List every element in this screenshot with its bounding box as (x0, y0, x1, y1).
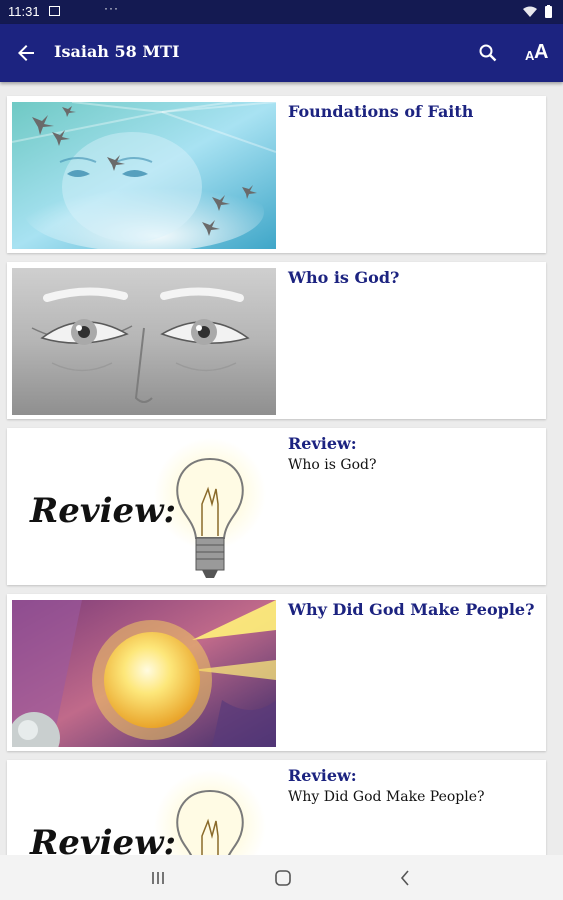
status-time: 11:31 (8, 4, 40, 19)
recent-apps-icon[interactable] (146, 867, 170, 889)
back-icon[interactable] (394, 867, 418, 889)
review-lightbulb-image: Review: (12, 766, 276, 855)
app-bar: Isaiah 58 MTI A A (0, 24, 563, 82)
search-icon[interactable] (476, 41, 500, 65)
lesson-card[interactable]: Why Did God Make People? (7, 594, 546, 751)
status-bar: 11:31 ··· (0, 0, 563, 24)
lesson-thumbnail (12, 268, 276, 415)
lesson-card[interactable]: Review: Review: Why Did God Make People? (7, 760, 546, 855)
text-size-icon[interactable]: A A (523, 38, 551, 66)
text-size-small-letter: A (525, 48, 535, 63)
lesson-card[interactable]: Review: Review: Who is God? (7, 428, 546, 585)
lesson-list[interactable]: Foundations of Faith Who is God? Review:… (0, 82, 563, 855)
eyes-drawing-image (12, 268, 276, 415)
more-dots-icon: ··· (104, 1, 119, 15)
lesson-title: Why Did God Make People? (288, 600, 535, 619)
lesson-card[interactable]: Foundations of Faith (7, 96, 546, 253)
photo-icon (49, 6, 60, 16)
back-arrow-icon[interactable] (14, 41, 38, 65)
system-navigation-bar (0, 855, 563, 900)
review-lightbulb-image: Review: (12, 434, 276, 581)
review-image-text: Review: (29, 491, 176, 531)
lesson-title: Review: (288, 766, 357, 785)
lesson-card[interactable]: Who is God? (7, 262, 546, 419)
review-image-text: Review: (29, 823, 176, 855)
lesson-thumbnail (12, 102, 276, 249)
text-size-large-letter: A (534, 41, 549, 63)
lesson-title: Who is God? (288, 268, 400, 287)
page-title: Isaiah 58 MTI (54, 42, 180, 61)
lesson-thumbnail (12, 600, 276, 747)
lesson-subtitle: Who is God? (288, 457, 377, 473)
wifi-battery-icons (523, 5, 552, 18)
wifi-icon (523, 6, 537, 17)
lesson-thumbnail: Review: (12, 766, 276, 855)
lesson-subtitle: Why Did God Make People? (288, 789, 485, 805)
lesson-thumbnail: Review: (12, 434, 276, 581)
face-in-sky-image (12, 102, 276, 249)
home-icon[interactable] (271, 867, 295, 889)
lesson-title: Foundations of Faith (288, 102, 474, 121)
lesson-title: Review: (288, 434, 357, 453)
light-sphere-image (12, 600, 276, 747)
battery-icon (545, 6, 552, 18)
